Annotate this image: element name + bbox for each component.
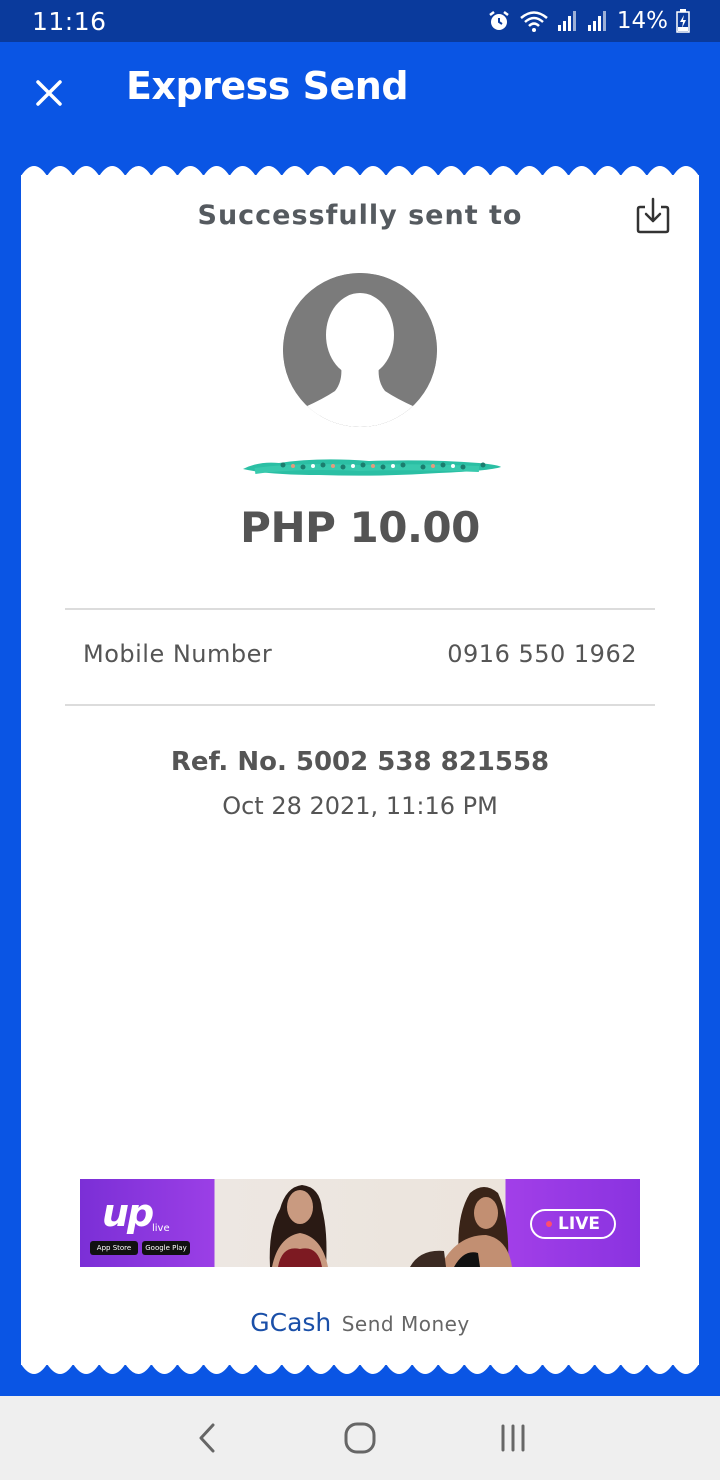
nav-back-button[interactable]: [177, 1408, 237, 1468]
recipient-avatar: [283, 273, 437, 427]
download-icon: [636, 197, 670, 234]
live-dot-icon: [546, 1221, 553, 1227]
ad-brand-logo: up: [102, 1191, 154, 1235]
divider: [65, 608, 655, 610]
home-icon: [344, 1422, 376, 1454]
download-button[interactable]: [635, 197, 675, 237]
status-bar: 11:16 14%: [0, 0, 720, 42]
back-icon: [199, 1423, 215, 1453]
nav-home-button[interactable]: [330, 1408, 390, 1468]
recipient-name-redacted: [243, 459, 501, 476]
close-button[interactable]: [28, 72, 70, 114]
signal-icon: [587, 11, 606, 31]
footer-tagline: Send Money: [341, 1312, 470, 1336]
close-icon: [36, 80, 62, 106]
reference-number: Ref. No. 5002 538 821558: [170, 747, 550, 777]
transaction-date: Oct 28 2021, 11:16 PM: [222, 792, 498, 820]
status-time: 11:16: [32, 6, 107, 36]
amount: PHP 10.00: [240, 503, 480, 552]
receipt-top-edge: [21, 166, 699, 176]
app-header: Express Send: [0, 42, 720, 140]
receipt-heading: Successfully sent to: [197, 200, 523, 231]
ad-banner[interactable]: up live App Store Google Play LIVE: [80, 1179, 640, 1267]
ad-live-badge: LIVE: [530, 1209, 616, 1239]
ad-live-label: LIVE: [558, 1214, 600, 1234]
ad-model-image: [269, 1185, 328, 1267]
receipt-bottom-edge: [21, 1364, 699, 1374]
ad-model-image: [410, 1187, 512, 1267]
google-play-badge: Google Play: [142, 1241, 190, 1255]
avatar-placeholder-icon: [283, 273, 437, 427]
page-title: Express Send: [126, 64, 409, 108]
gcash-logo: GCash: [250, 1308, 332, 1337]
battery-percent: 14%: [616, 8, 668, 34]
mobile-number-value: 0916 550 1962: [447, 640, 637, 668]
alarm-icon: [489, 11, 509, 30]
receipt-card: Successfully sent to PHP 10.00 Mobile Nu…: [21, 175, 699, 1365]
wifi-icon: [520, 11, 548, 32]
divider: [65, 704, 655, 706]
signal-icon: [557, 11, 576, 31]
ad-brand-sub: live: [152, 1223, 170, 1234]
system-nav-bar: [0, 1396, 720, 1480]
footer-brand: GCash Send Money: [21, 1308, 699, 1337]
mobile-number-label: Mobile Number: [83, 640, 273, 668]
battery-charging-icon: [676, 9, 690, 33]
status-icons: 14%: [487, 8, 690, 34]
app-store-badge: App Store: [90, 1241, 138, 1255]
nav-recents-button[interactable]: [483, 1408, 543, 1468]
recents-icon: [501, 1424, 525, 1452]
